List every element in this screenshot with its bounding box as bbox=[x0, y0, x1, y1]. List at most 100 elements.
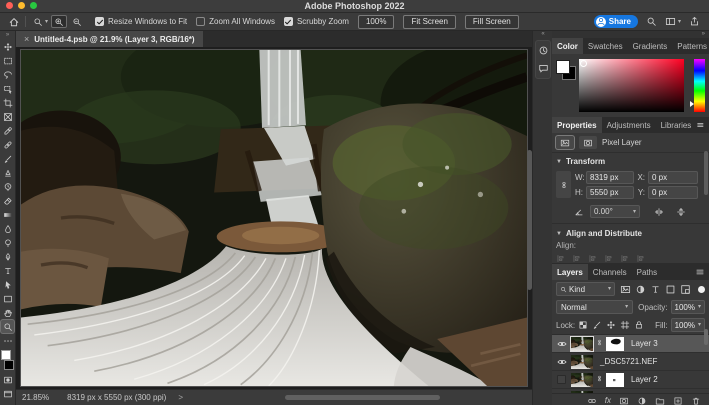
y-field[interactable]: 0 px bbox=[648, 186, 698, 199]
layer-properties-button[interactable] bbox=[556, 136, 574, 149]
tab-gradients[interactable]: Gradients bbox=[628, 38, 673, 54]
new-layer-icon[interactable] bbox=[673, 396, 683, 405]
tab-channels[interactable]: Channels bbox=[588, 264, 632, 280]
layer-filtering-toggle[interactable] bbox=[698, 286, 705, 293]
flip-horizontal-icon[interactable] bbox=[654, 207, 664, 217]
quick-mask-mode[interactable] bbox=[1, 373, 14, 386]
layer-thumbnail[interactable] bbox=[571, 337, 593, 351]
fit-screen-button[interactable]: Fit Screen bbox=[403, 15, 455, 29]
blur-tool[interactable] bbox=[1, 222, 14, 235]
layer-thumbnail[interactable] bbox=[571, 373, 593, 387]
rotation-angle-field[interactable]: 0.00° ▾ bbox=[590, 205, 640, 218]
move-tool[interactable] bbox=[1, 40, 14, 53]
document-tab[interactable]: × Untitled-4.psb @ 21.9% (Layer 3, RGB/1… bbox=[16, 31, 203, 47]
tab-properties[interactable]: Properties bbox=[552, 117, 602, 133]
visibility-toggle[interactable] bbox=[555, 375, 568, 384]
toolbar-options[interactable] bbox=[1, 334, 14, 347]
frame-tool[interactable] bbox=[1, 110, 14, 123]
workspace-switcher[interactable]: ▾ bbox=[665, 16, 681, 27]
history-brush-tool[interactable] bbox=[1, 180, 14, 193]
flip-vertical-icon[interactable] bbox=[676, 207, 686, 217]
canvas-image[interactable] bbox=[21, 50, 527, 386]
canvas-horizontal-scrollbar[interactable] bbox=[285, 395, 440, 400]
foreground-background-colors[interactable] bbox=[1, 350, 14, 370]
filter-shape-layers-icon[interactable] bbox=[665, 284, 676, 295]
dodge-tool[interactable] bbox=[1, 236, 14, 249]
rectangle-tool[interactable] bbox=[1, 292, 14, 305]
eraser-tool[interactable] bbox=[1, 194, 14, 207]
align-right-icon[interactable] bbox=[588, 254, 597, 263]
fill-screen-button[interactable]: Fill Screen bbox=[465, 15, 519, 29]
lock-all-icon[interactable] bbox=[634, 320, 644, 330]
resize-windows-checkbox[interactable] bbox=[95, 17, 104, 26]
fill-select[interactable]: 100% ▾ bbox=[671, 318, 705, 332]
close-tab-icon[interactable]: × bbox=[24, 34, 29, 44]
lock-position-icon[interactable] bbox=[606, 320, 616, 330]
width-field[interactable]: 8319 px bbox=[586, 171, 634, 184]
filter-pixel-layers-icon[interactable] bbox=[620, 284, 631, 295]
tab-adjustments[interactable]: Adjustments bbox=[602, 117, 656, 133]
layer-thumbnail[interactable] bbox=[571, 355, 593, 369]
zoom-out-button[interactable] bbox=[69, 15, 85, 28]
scrubby-zoom-checkbox-group[interactable]: Scrubby Zoom bbox=[284, 17, 349, 26]
healing-brush-tool[interactable] bbox=[1, 138, 14, 151]
hue-slider-cursor[interactable] bbox=[690, 101, 694, 107]
lock-artboard-icon[interactable] bbox=[620, 320, 630, 330]
clone-stamp-tool[interactable] bbox=[1, 166, 14, 179]
adjustment-layer-icon[interactable] bbox=[637, 396, 647, 405]
marquee-tool[interactable] bbox=[1, 54, 14, 67]
collapse-panels-button[interactable]: « bbox=[533, 31, 553, 38]
object-selection-tool[interactable] bbox=[1, 82, 14, 95]
path-selection-tool[interactable] bbox=[1, 278, 14, 291]
layer-name[interactable]: _DSC5721.NEF bbox=[600, 357, 657, 366]
pen-tool[interactable] bbox=[1, 250, 14, 263]
scrubby-zoom-checkbox[interactable] bbox=[284, 17, 293, 26]
history-panel-icon[interactable] bbox=[538, 45, 549, 56]
type-tool[interactable] bbox=[1, 264, 14, 277]
tab-libraries[interactable]: Libraries bbox=[656, 117, 697, 133]
hand-tool[interactable] bbox=[1, 306, 14, 319]
lasso-tool[interactable] bbox=[1, 68, 14, 81]
layer-name[interactable]: Layer 2 bbox=[631, 375, 658, 384]
hue-slider[interactable] bbox=[694, 59, 705, 112]
layers-scrollbar[interactable] bbox=[704, 329, 708, 345]
filter-kind-select[interactable]: Kind ▾ bbox=[556, 282, 615, 296]
new-group-icon[interactable] bbox=[655, 396, 665, 405]
layer-row-layer-3[interactable]: Layer 3 bbox=[552, 335, 709, 353]
blend-mode-select[interactable]: Normal ▾ bbox=[556, 300, 633, 314]
background-color[interactable] bbox=[4, 360, 14, 370]
canvas[interactable] bbox=[16, 47, 532, 389]
zoom-all-checkbox[interactable] bbox=[196, 17, 205, 26]
lock-pixels-icon[interactable] bbox=[592, 320, 602, 330]
link-layers-icon[interactable] bbox=[587, 396, 597, 405]
x-field[interactable]: 0 px bbox=[648, 171, 698, 184]
search-icon[interactable] bbox=[646, 16, 657, 27]
tab-paths[interactable]: Paths bbox=[632, 264, 662, 280]
status-chevron-icon[interactable]: > bbox=[178, 393, 183, 402]
gradient-tool[interactable] bbox=[1, 208, 14, 221]
share-button[interactable]: Share bbox=[594, 15, 638, 28]
home-icon[interactable] bbox=[8, 16, 20, 28]
comments-panel-icon[interactable] bbox=[538, 63, 549, 74]
color-picker-field[interactable] bbox=[579, 59, 684, 112]
align-bottom-icon[interactable] bbox=[636, 254, 645, 263]
zoom-tool-preset[interactable]: ▾ bbox=[31, 16, 50, 28]
align-left-icon[interactable] bbox=[556, 254, 565, 263]
eyedropper-tool[interactable] bbox=[1, 124, 14, 137]
crop-tool[interactable] bbox=[1, 96, 14, 109]
delete-layer-icon[interactable] bbox=[691, 396, 701, 405]
panel-menu-icon[interactable] bbox=[695, 267, 705, 277]
filter-adjustment-layers-icon[interactable] bbox=[635, 284, 646, 295]
layer-row-dsc5721[interactable]: _DSC5721.NEF bbox=[552, 353, 709, 371]
zoom-in-button[interactable] bbox=[51, 15, 67, 28]
panel-menu-icon[interactable] bbox=[696, 120, 705, 130]
color-picker-cursor[interactable] bbox=[580, 60, 587, 67]
add-mask-icon[interactable] bbox=[619, 396, 629, 405]
foreground-color[interactable] bbox=[1, 350, 11, 360]
mask-properties-button[interactable] bbox=[579, 136, 597, 149]
brush-tool[interactable] bbox=[1, 152, 14, 165]
height-field[interactable]: 5550 px bbox=[586, 186, 634, 199]
align-top-icon[interactable] bbox=[604, 254, 613, 263]
visibility-toggle[interactable] bbox=[555, 339, 568, 349]
link-dimensions-button[interactable] bbox=[556, 171, 571, 198]
